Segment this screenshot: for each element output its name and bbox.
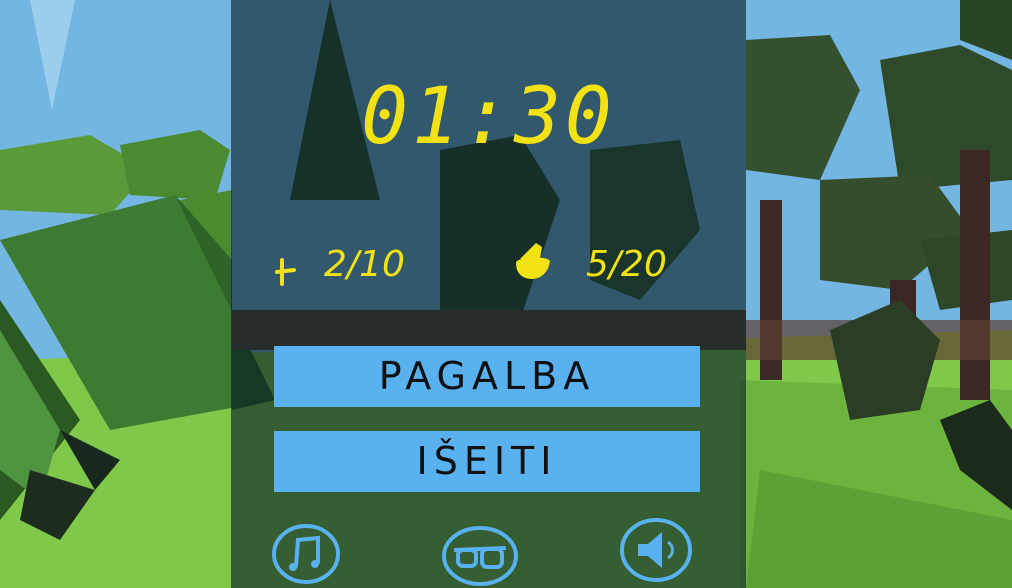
sound-icon[interactable] bbox=[616, 516, 696, 588]
help-button[interactable]: PAGALBA bbox=[274, 346, 700, 407]
collected-items-counter: 2/10 bbox=[324, 244, 405, 285]
timer-display: 01:30 bbox=[361, 72, 616, 162]
gnome-icon bbox=[516, 243, 550, 279]
exit-button[interactable]: IŠEITI bbox=[274, 431, 700, 492]
glasses-icon[interactable] bbox=[440, 516, 520, 588]
music-icon[interactable] bbox=[268, 516, 348, 588]
gnomes-found-counter: 5/20 bbox=[586, 244, 667, 285]
arrow-marker-icon bbox=[275, 258, 296, 286]
